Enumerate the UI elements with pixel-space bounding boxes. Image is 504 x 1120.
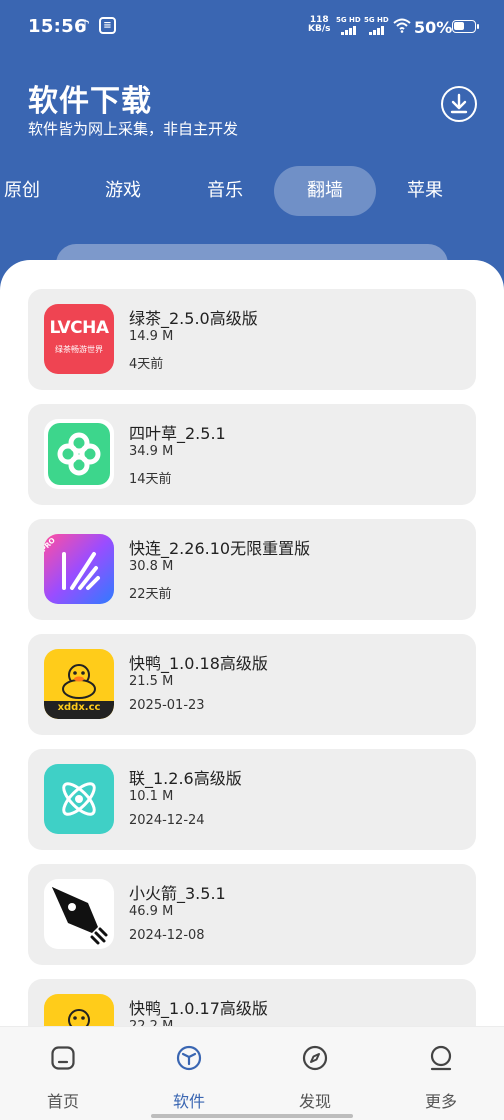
person-icon — [430, 1045, 452, 1071]
cube-icon — [176, 1045, 202, 1071]
battery-icon — [452, 20, 479, 33]
status-bar: 15:56 ♪ ≡ 118 KB/s 5G HD 5G HD 50% — [0, 0, 504, 56]
list-item[interactable]: xddx.cc 快鸭_1.0.18高级版 21.5 M 2025-01-23 — [28, 634, 476, 735]
lvcha-icon: LVCHA 绿茶畅游世界 — [44, 304, 114, 374]
app-name: 四叶草_2.5.1 — [129, 424, 226, 443]
tab-games[interactable]: 游戏 — [86, 166, 160, 216]
app-date: 22天前 — [129, 587, 172, 602]
app-date: 14天前 — [129, 472, 172, 487]
duck-icon: xddx.cc — [44, 649, 114, 719]
app-size: 14.9 M — [129, 329, 174, 344]
list-item[interactable]: LVCHA 绿茶畅游世界 绿茶_2.5.0高级版 14.9 M 4天前 — [28, 289, 476, 390]
battery-percent: 50% — [414, 18, 453, 37]
home-icon — [51, 1046, 75, 1070]
app-date: 2024-12-24 — [129, 813, 205, 828]
list-item[interactable]: 小火箭_3.5.1 46.9 M 2024-12-08 — [28, 864, 476, 965]
tab-apple[interactable]: 苹果 — [388, 166, 462, 216]
page-title: 软件下载 — [28, 84, 152, 119]
compass-icon — [302, 1045, 328, 1071]
tab-vpn[interactable]: 翻墙 — [274, 166, 376, 216]
app-name: 联_1.2.6高级版 — [129, 769, 242, 788]
app-notification-icon: ≡ — [99, 17, 116, 34]
category-tabs: 原创 游戏 音乐 翻墙 苹果 — [0, 166, 504, 216]
nav-more[interactable]: 更多 — [378, 1027, 504, 1120]
app-name: 小火箭_3.5.1 — [129, 884, 226, 903]
bottom-nav: 首页 软件 发现 更多 — [0, 1026, 504, 1120]
download-button[interactable] — [441, 86, 477, 122]
nav-software[interactable]: 软件 — [126, 1027, 252, 1120]
download-icon — [450, 93, 468, 114]
app-name: 快连_2.26.10无限重置版 — [129, 539, 311, 558]
app-name: 快鸭_1.0.17高级版 — [129, 999, 268, 1018]
app-size: 30.8 M — [129, 559, 174, 574]
home-indicator[interactable] — [151, 1114, 353, 1118]
app-name: 绿茶_2.5.0高级版 — [129, 309, 258, 328]
app-date: 2025-01-23 — [129, 698, 205, 713]
app-size: 10.1 M — [129, 789, 174, 804]
atom-icon — [44, 764, 114, 834]
app-date: 4天前 — [129, 357, 164, 372]
wifi-icon — [393, 18, 411, 33]
status-time: 15:56 — [28, 16, 87, 37]
app-size: 34.9 M — [129, 444, 174, 459]
app-date: 2024-12-08 — [129, 928, 205, 943]
signal-sim2-icon: 5G HD — [364, 16, 389, 36]
page-subtitle: 软件皆为网上采集，非自主开发 — [28, 120, 239, 138]
signal-sim1-icon: 5G HD — [336, 16, 361, 36]
clover-icon — [44, 419, 114, 489]
kuailian-icon: PRO — [44, 534, 114, 604]
nav-discover[interactable]: 发现 — [252, 1027, 378, 1120]
tab-music[interactable]: 音乐 — [188, 166, 262, 216]
tiktok-notification-icon: ♪ — [80, 16, 91, 35]
app-list: LVCHA 绿茶畅游世界 绿茶_2.5.0高级版 14.9 M 4天前 四叶草_… — [0, 260, 504, 1120]
nav-home[interactable]: 首页 — [0, 1027, 126, 1120]
list-item[interactable]: 联_1.2.6高级版 10.1 M 2024-12-24 — [28, 749, 476, 850]
app-size: 46.9 M — [129, 904, 174, 919]
list-item[interactable]: 四叶草_2.5.1 34.9 M 14天前 — [28, 404, 476, 505]
app-size: 21.5 M — [129, 674, 174, 689]
tab-original[interactable]: 原创 — [0, 166, 58, 216]
rocket-icon — [44, 879, 114, 949]
app-name: 快鸭_1.0.18高级版 — [129, 654, 268, 673]
list-item[interactable]: PRO 快连_2.26.10无限重置版 30.8 M 22天前 — [28, 519, 476, 620]
network-speed: 118 KB/s — [308, 15, 331, 34]
